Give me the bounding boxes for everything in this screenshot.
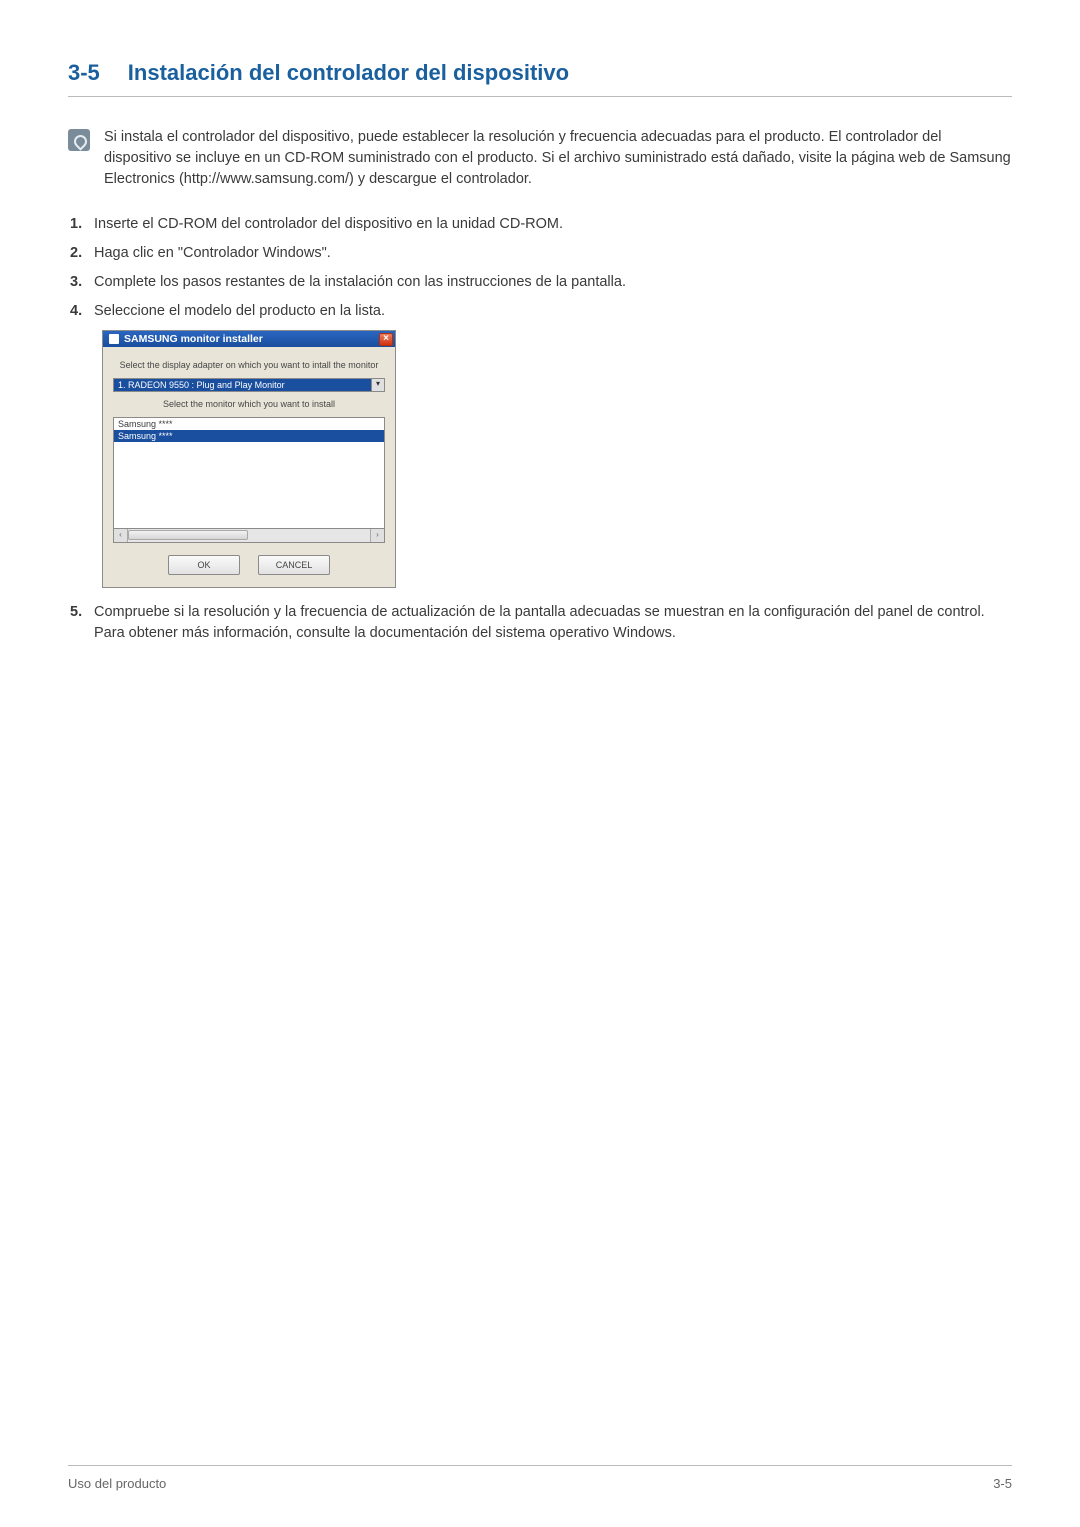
footer-left: Uso del producto xyxy=(68,1476,166,1491)
page-heading: 3-5 Instalación del controlador del dispo… xyxy=(68,60,1012,97)
monitor-list[interactable]: Samsung **** Samsung **** xyxy=(113,417,385,529)
step-text: Haga clic en "Controlador Windows". xyxy=(94,245,331,261)
installer-window: SAMSUNG monitor installer × Select the d… xyxy=(102,330,396,588)
horizontal-scrollbar[interactable]: ‹ › xyxy=(113,529,385,543)
installer-button-row: OK CANCEL xyxy=(113,555,385,575)
scroll-left-button[interactable]: ‹ xyxy=(114,529,128,542)
heading-number: 3-5 xyxy=(68,60,100,85)
scroll-right-button[interactable]: › xyxy=(370,529,384,542)
adapter-select[interactable]: 1. RADEON 9550 : Plug and Play Monitor ▾ xyxy=(113,378,385,392)
monitor-label: Select the monitor which you want to ins… xyxy=(113,398,385,411)
close-button[interactable]: × xyxy=(379,333,393,346)
heading-title: Instalación del controlador del disposit… xyxy=(128,60,569,85)
steps-list: Inserte el CD-ROM del controlador del di… xyxy=(70,214,1012,644)
adapter-label: Select the display adapter on which you … xyxy=(113,359,385,372)
step-item: Inserte el CD-ROM del controlador del di… xyxy=(70,214,1012,235)
app-icon xyxy=(109,334,119,344)
installer-title-text: SAMSUNG monitor installer xyxy=(124,332,263,347)
step-item: Compruebe si la resolución y la frecuenc… xyxy=(70,602,1012,644)
note-text: Si instala el controlador del dispositiv… xyxy=(104,127,1012,190)
list-item[interactable]: Samsung **** xyxy=(114,430,384,442)
step-text: Inserte el CD-ROM del controlador del di… xyxy=(94,216,563,232)
adapter-value: 1. RADEON 9550 : Plug and Play Monitor xyxy=(114,379,371,392)
note-block: Si instala el controlador del dispositiv… xyxy=(68,127,1012,190)
scroll-track[interactable] xyxy=(128,529,370,542)
step-text: Complete los pasos restantes de la insta… xyxy=(94,274,626,290)
ok-button[interactable]: OK xyxy=(168,555,240,575)
step-item: Seleccione el modelo del producto en la … xyxy=(70,301,1012,588)
note-icon xyxy=(68,129,90,151)
list-item[interactable]: Samsung **** xyxy=(114,418,384,430)
step-text: Seleccione el modelo del producto en la … xyxy=(94,303,385,319)
installer-body: Select the display adapter on which you … xyxy=(103,347,395,587)
step-item: Complete los pasos restantes de la insta… xyxy=(70,272,1012,293)
step-text: Compruebe si la resolución y la frecuenc… xyxy=(94,604,985,641)
chevron-down-icon[interactable]: ▾ xyxy=(371,379,384,391)
step-item: Haga clic en "Controlador Windows". xyxy=(70,243,1012,264)
footer-right: 3-5 xyxy=(993,1476,1012,1491)
scroll-thumb[interactable] xyxy=(128,530,248,540)
installer-titlebar: SAMSUNG monitor installer × xyxy=(103,331,395,347)
cancel-button[interactable]: CANCEL xyxy=(258,555,330,575)
page-footer: Uso del producto 3-5 xyxy=(68,1465,1012,1491)
